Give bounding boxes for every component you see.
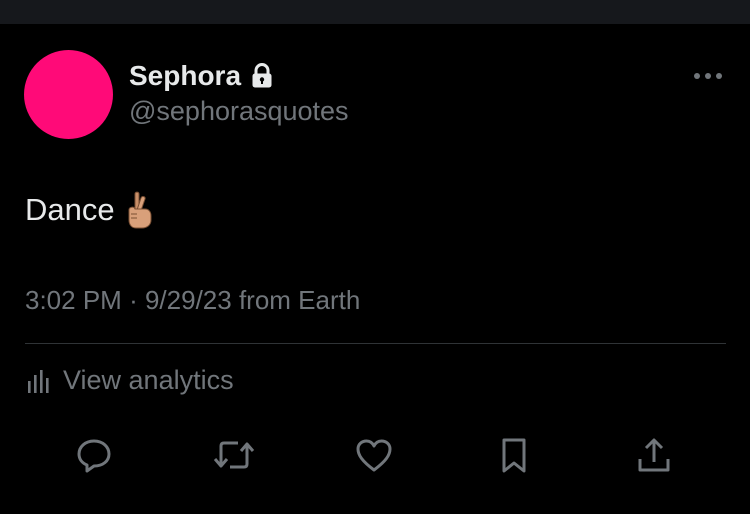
crossed-fingers-emoji — [121, 190, 155, 230]
top-bar — [0, 0, 750, 24]
tweet-source: from Earth — [238, 285, 361, 315]
author-name-row: Sephora — [129, 58, 273, 94]
reply-icon — [77, 439, 111, 473]
lock-icon — [251, 63, 273, 89]
meta-separator: · — [129, 285, 138, 315]
analytics-icon — [28, 369, 49, 393]
bookmark-icon — [502, 438, 526, 473]
reply-button[interactable] — [69, 430, 119, 480]
analytics-label: View analytics — [63, 365, 234, 395]
tweet-time[interactable]: 3:02 PM — [25, 285, 122, 315]
divider — [25, 343, 726, 344]
avatar[interactable] — [24, 50, 113, 139]
display-name[interactable]: Sephora — [129, 60, 241, 92]
heart-icon — [356, 439, 392, 472]
bookmark-button[interactable] — [489, 430, 539, 480]
tweet-meta: 3:02 PM · 9/29/23 from Earth — [25, 285, 360, 316]
tweet-body: Dance — [25, 192, 115, 227]
view-analytics-link[interactable]: View analytics — [25, 365, 234, 396]
author-handle[interactable]: @sephorasquotes — [129, 96, 349, 127]
tweet-text: Dance — [25, 190, 155, 230]
share-button[interactable] — [629, 430, 679, 480]
share-icon — [638, 438, 670, 472]
more-icon — [694, 73, 722, 79]
tweet-date[interactable]: 9/29/23 — [145, 285, 232, 315]
more-options-button[interactable] — [690, 62, 726, 90]
retweet-icon — [213, 441, 255, 469]
like-button[interactable] — [349, 430, 399, 480]
retweet-button[interactable] — [209, 430, 259, 480]
action-bar — [0, 430, 750, 480]
